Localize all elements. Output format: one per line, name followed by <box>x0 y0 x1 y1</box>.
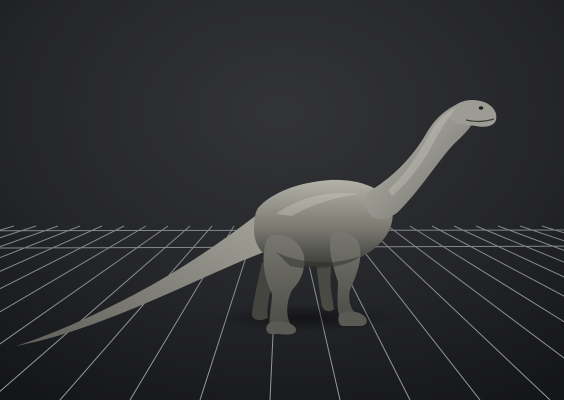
3d-viewport[interactable] <box>0 0 564 400</box>
eye <box>478 106 484 110</box>
model-shadow <box>210 304 400 332</box>
viewport-canvas[interactable] <box>0 0 564 400</box>
